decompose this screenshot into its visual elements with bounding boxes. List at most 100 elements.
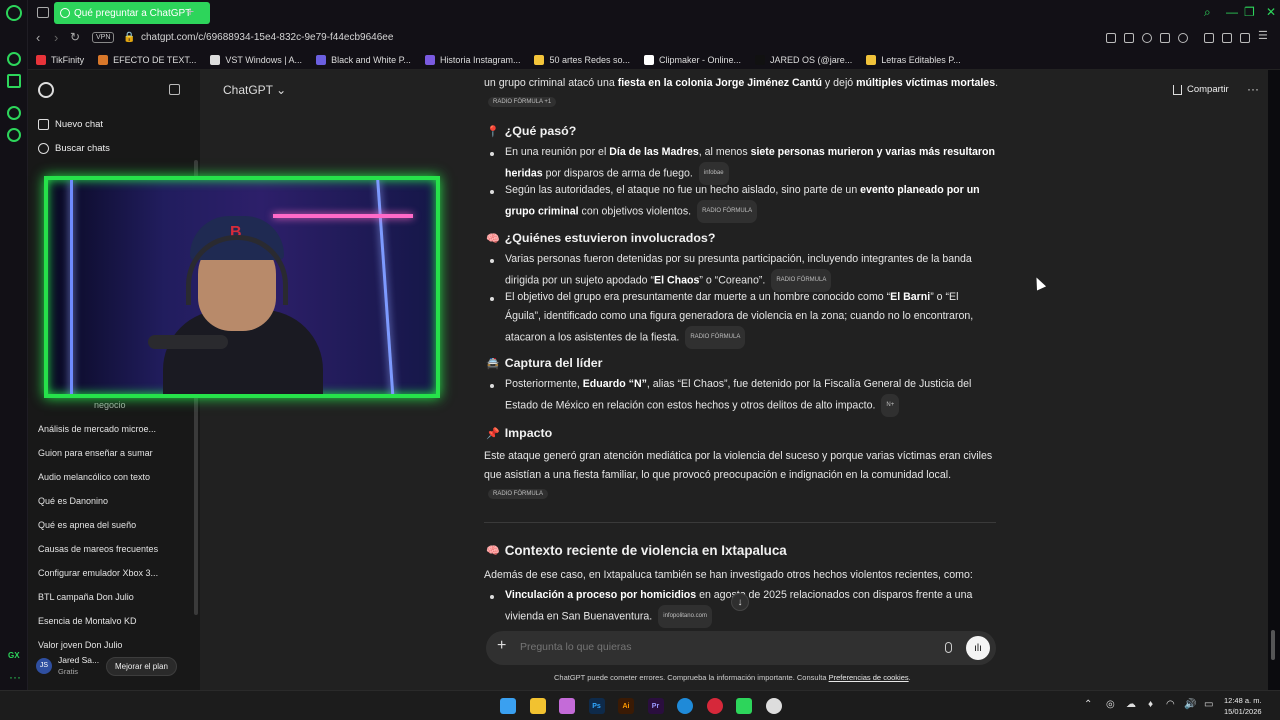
sidebar-chat-item[interactable]: BTL campaña Don Julio [38,592,134,602]
more-icon[interactable]: ··· [9,670,21,684]
volume-icon[interactable]: 🔊 [1184,699,1196,710]
premiere-icon[interactable]: Pr [647,698,664,714]
clock[interactable]: 12:48 a. m. 15/01/2026 [1224,695,1262,717]
show-hidden-icons-icon[interactable]: ⌃ [1084,699,1092,710]
microphone-icon[interactable] [945,642,952,653]
extensions-icon[interactable] [1204,33,1214,43]
opera-icon[interactable] [706,698,723,714]
cookie-preferences-link[interactable]: Preferencias de cookies [829,673,909,682]
obs-icon[interactable] [765,698,782,714]
bookmark-item[interactable]: JARED OS (@jare... [755,54,852,65]
back-icon[interactable]: ‹ [36,30,40,45]
add-attachment-button[interactable]: + [497,637,506,655]
windows-start-icon[interactable] [500,698,516,714]
new-chat-button[interactable]: Nuevo chat [38,114,103,134]
source-chip[interactable]: RADIO FÓRMULA [697,200,758,223]
share-button[interactable]: Compartir [1173,84,1229,95]
model-selector[interactable]: ChatGPT ⌄ [223,83,286,97]
time: 12:48 a. m. [1224,696,1262,705]
menu-icon[interactable]: ☰ [1258,29,1268,42]
voice-mode-button[interactable]: ılı [966,636,990,660]
bookmark-item[interactable]: Black and White P... [316,54,411,65]
bookmark-item[interactable]: Historia Instagram... [424,54,521,65]
sidebar-chat-item[interactable]: Esencia de Montalvo KD [38,616,137,626]
lock-icon[interactable]: 🔒 [123,32,135,43]
settings-gear-icon[interactable] [7,128,21,142]
copilot-icon[interactable] [559,698,575,714]
sidebar-toggle-icon[interactable] [169,84,180,95]
bookmark-icon[interactable] [1222,33,1232,43]
chatgpt-app-icon[interactable] [736,698,752,714]
bookmark-item[interactable]: EFECTO DE TEXT... [98,54,196,65]
battery-icon[interactable]: ▭ [1204,699,1213,710]
close-icon[interactable]: ✕ [1266,5,1276,19]
shield-icon[interactable] [1142,33,1152,43]
scroll-down-button[interactable]: ↓ [731,593,749,611]
file-explorer-icon[interactable] [529,698,546,714]
edge-icon[interactable] [677,698,693,714]
speed-dial-icon[interactable] [7,52,21,66]
opera-logo-icon[interactable] [6,5,22,21]
maximize-icon[interactable]: ❐ [1244,5,1255,19]
sidebar-chat-item[interactable]: Análisis de mercado microe... [38,424,156,434]
pushpin-emoji-icon: 📌 [486,427,500,440]
more-options-button[interactable]: ··· [1247,82,1259,96]
source-chip[interactable]: infopolitano.com [658,605,712,628]
play-icon[interactable] [1160,33,1170,43]
bookmark-favicon-icon [98,54,109,65]
prompt-input[interactable] [520,641,920,653]
gx-control-icon[interactable] [7,74,21,88]
openai-logo-icon[interactable] [38,82,54,98]
illustrator-icon[interactable]: Ai [618,698,634,714]
vpn-badge[interactable]: VPN [92,32,115,43]
sidebar-chat-item[interactable]: Qué es Danonino [38,496,108,506]
photoshop-icon[interactable]: Ps [588,698,605,714]
workspaces-icon[interactable] [37,7,49,18]
sidebar-chat-item[interactable]: Causas de mareos frecuentes [38,544,158,554]
bookmark-item[interactable]: 50 artes Redes so... [534,54,630,65]
bookmark-item[interactable]: Clipmaker - Online... [644,54,741,65]
share-label: Compartir [1187,84,1229,95]
upgrade-plan-button[interactable]: Mejorar el plan [106,657,177,676]
download-icon[interactable] [1240,33,1250,43]
police-car-emoji-icon: 🚔 [486,357,500,370]
cloud-icon[interactable]: ☁ [1126,699,1136,710]
source-chip[interactable]: RADIO FÓRMULA [685,326,746,349]
gx-label[interactable]: GX [8,651,20,660]
minimize-icon[interactable]: — [1226,5,1238,19]
bold-text: Eduardo “N” [582,378,647,390]
bold-text: El Barni [890,291,931,303]
bookmark-item[interactable]: TikFinity [36,54,84,65]
section-title: Captura del líder [504,356,603,370]
text: En una reunión por el [505,146,610,158]
source-chip[interactable]: RADIO FÓRMULA +1 [488,97,557,107]
sidebar-chat-item[interactable]: Audio melancólico con texto [38,472,150,482]
user-profile[interactable]: JS Jared Sa... Gratis [36,655,99,676]
forward-icon[interactable]: › [54,30,58,45]
app-tray-icon[interactable]: ◎ [1106,699,1115,710]
bookmark-item[interactable]: VST Windows | A... [210,54,302,65]
bookmark-label: Historia Instagram... [439,54,521,65]
history-icon[interactable] [7,106,21,120]
pin-icon[interactable] [1106,33,1116,43]
search-icon[interactable]: ⌕ [1204,5,1211,20]
disclaimer-text: ChatGPT puede cometer errores. Comprueba… [554,673,829,682]
sidebar-chat-item[interactable]: Qué es apnea del sueño [38,520,136,530]
context-paragraph: Además de ese caso, en Ixtapaluca tambié… [484,569,973,581]
bookmark-item[interactable]: Letras Editables P... [866,54,961,65]
new-tab-button[interactable]: + [186,3,194,19]
url-field[interactable]: chatgpt.com/c/69688934-15e4-832c-9e79-f4… [141,32,393,43]
sidebar-chat-item[interactable]: Valor joven Don Julio [38,640,122,650]
tab-title: Qué preguntar a ChatGPT [74,7,192,19]
heart-icon[interactable] [1178,33,1188,43]
source-chip[interactable]: RADIO FÓRMULA [488,489,549,499]
reload-icon[interactable]: ↻ [70,30,80,44]
chat-scrollbar[interactable] [1271,630,1275,660]
source-chip[interactable]: N+ [881,394,900,417]
sidebar-chat-item[interactable]: Configurar emulador Xbox 3... [38,568,158,578]
microphone-tray-icon[interactable]: ♦ [1148,699,1153,710]
section-title: Contexto reciente de violencia en Ixtapa… [504,543,787,558]
wifi-icon[interactable]: ◠ [1166,699,1175,710]
snapshot-icon[interactable] [1124,33,1134,43]
sidebar-chat-item[interactable]: Guion para enseñar a sumar [38,448,153,458]
